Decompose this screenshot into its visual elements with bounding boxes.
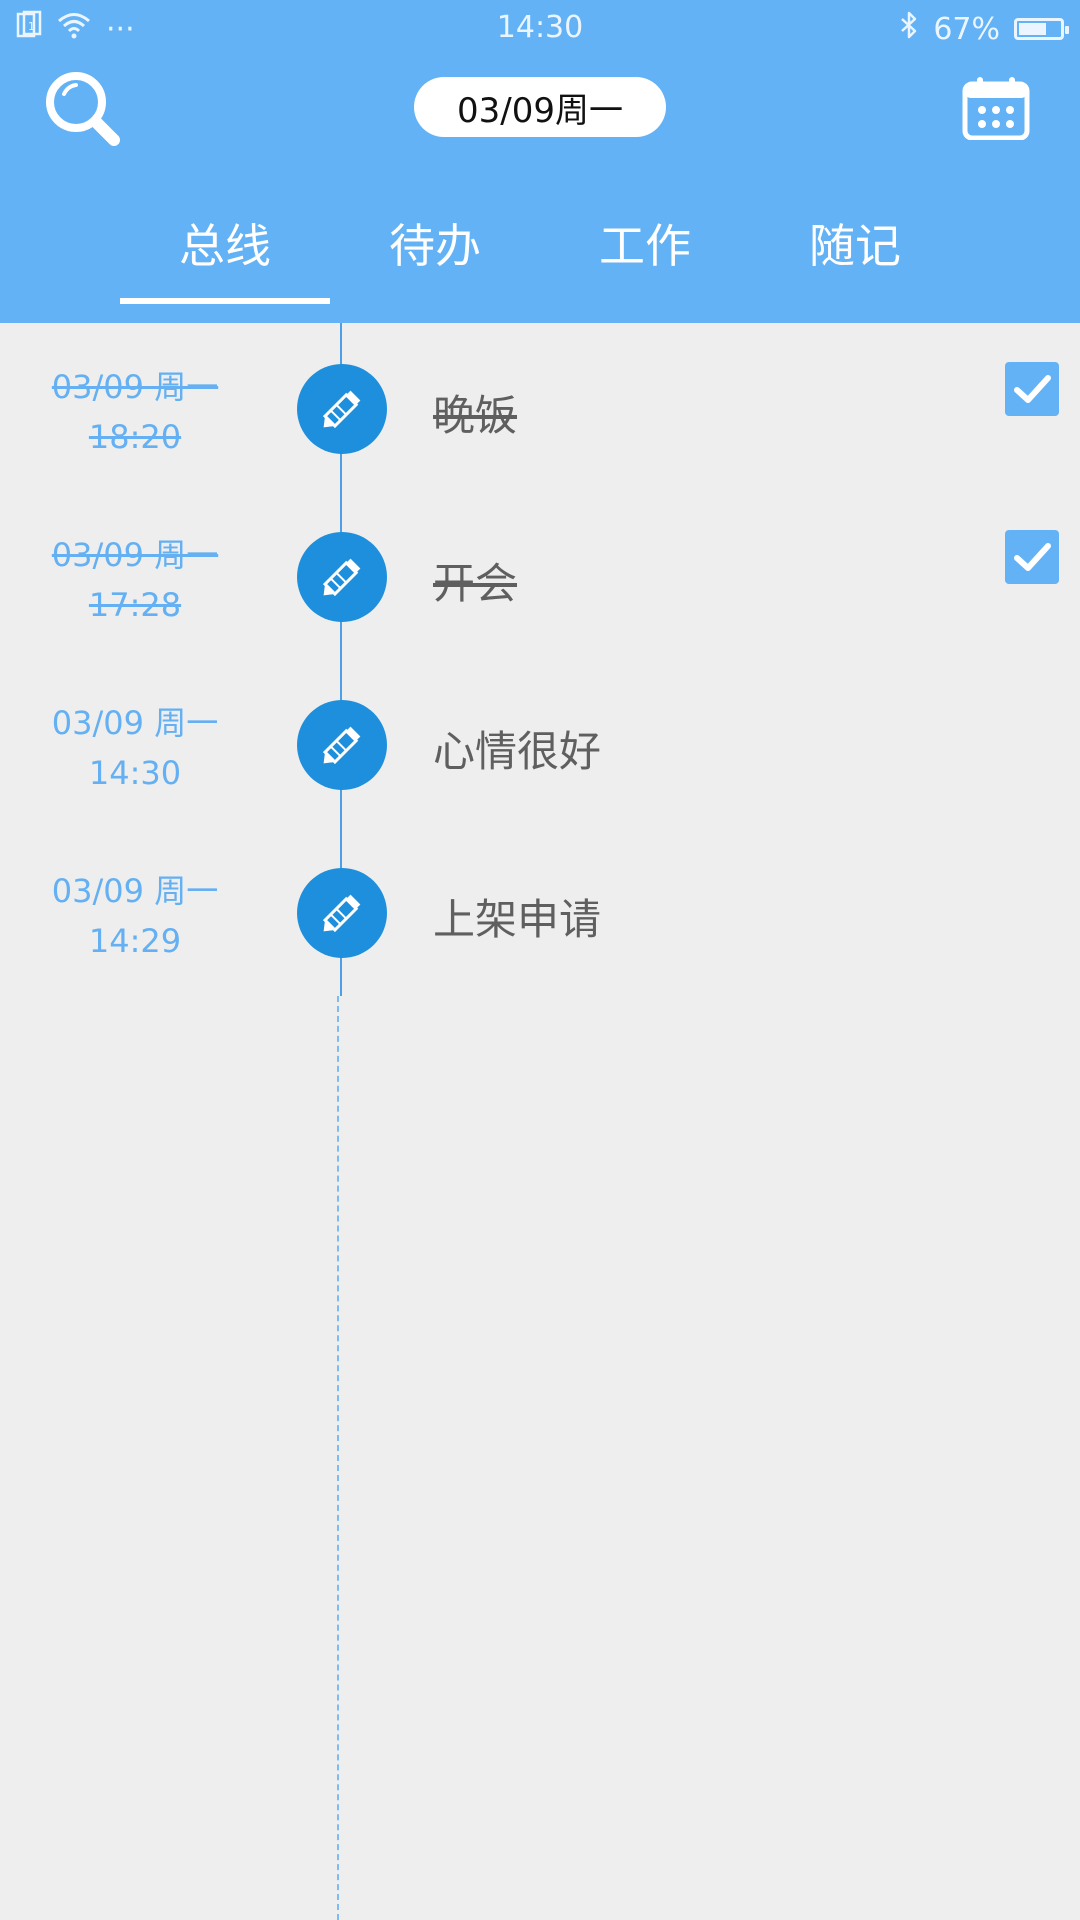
item-datetime: 03/09 周一 18:20 [40, 362, 230, 462]
tab-selected-indicator [120, 298, 330, 304]
done-checkbox[interactable] [1005, 362, 1059, 416]
edit-button[interactable] [297, 532, 387, 622]
item-time: 18:20 [88, 418, 182, 456]
battery-percent: 67% [933, 11, 1000, 47]
tab-work[interactable]: 工作 [540, 210, 750, 280]
calendar-button[interactable] [962, 76, 1030, 141]
edit-button[interactable] [297, 700, 387, 790]
item-date: 03/09 周一 [51, 704, 219, 742]
edit-button[interactable] [297, 364, 387, 454]
item-title[interactable]: 上架申请 [433, 886, 601, 947]
item-time: 14:30 [88, 754, 182, 792]
search-button[interactable] [44, 70, 124, 150]
battery-icon [1014, 18, 1069, 40]
item-title[interactable]: 心情很好 [433, 718, 601, 779]
timeline-item[interactable]: 03/09 周一 18:20 晚饭 [0, 362, 1080, 482]
calendar-icon [962, 77, 1030, 141]
checkmark-icon [1014, 543, 1051, 571]
checkmark-icon [1014, 375, 1051, 403]
item-datetime: 03/09 周一 14:30 [40, 698, 230, 798]
edit-button[interactable] [297, 868, 387, 958]
status-right: 67% [899, 10, 1069, 48]
bluetooth-icon [899, 10, 919, 48]
search-icon [46, 72, 120, 146]
timeline-dashed-line [337, 996, 339, 1920]
item-title[interactable]: 晚饭 [433, 382, 517, 443]
done-checkbox[interactable] [1005, 530, 1059, 584]
date-selector[interactable]: 03/09周一 [414, 77, 666, 137]
item-time: 17:28 [88, 586, 182, 624]
item-datetime: 03/09 周一 17:28 [40, 530, 230, 630]
tab-todo[interactable]: 待办 [330, 210, 540, 280]
pencil-icon [322, 558, 361, 597]
status-bar: 1 ··· 14:30 67% [0, 0, 1080, 56]
item-datetime: 03/09 周一 14:29 [40, 866, 230, 966]
pencil-icon [322, 390, 361, 429]
item-date: 03/09 周一 [51, 536, 219, 574]
item-time: 14:29 [88, 922, 182, 960]
timeline-item[interactable]: 03/09 周一 14:30 心情很好 [0, 698, 1080, 818]
app-header: 1 ··· 14:30 67% 03/09周一 总线 待办 工作 随记 [0, 0, 1080, 323]
item-date: 03/09 周一 [51, 872, 219, 910]
timeline-item[interactable]: 03/09 周一 14:29 上架申请 [0, 866, 1080, 986]
battery-level [1019, 23, 1046, 35]
pencil-icon [322, 726, 361, 765]
pencil-icon [322, 894, 361, 933]
timeline-item[interactable]: 03/09 周一 17:28 开会 [0, 530, 1080, 650]
item-title[interactable]: 开会 [433, 550, 517, 611]
tab-notes[interactable]: 随记 [750, 210, 960, 280]
item-date: 03/09 周一 [51, 368, 219, 406]
tab-timeline[interactable]: 总线 [120, 210, 330, 280]
